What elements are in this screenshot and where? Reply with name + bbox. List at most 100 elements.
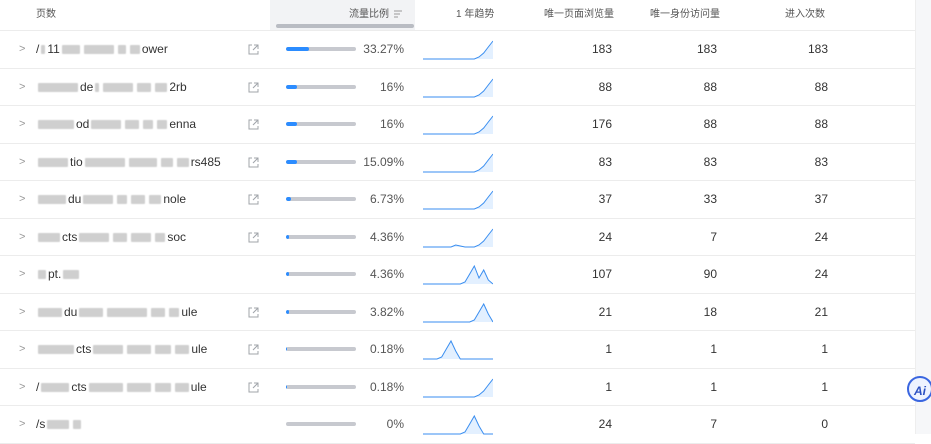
header-page[interactable]: 页数 [36,0,56,30]
unique-visitors-value: 1 [640,331,717,367]
trend-sparkline[interactable] [423,339,493,361]
external-link-icon[interactable] [248,31,259,67]
header-entries[interactable]: 进入次数 [785,0,825,30]
table-row[interactable]: >tiors48515.09%838383 [0,144,915,182]
redacted-text [63,270,79,279]
external-link-icon[interactable] [248,106,259,142]
external-link-icon[interactable] [248,331,259,367]
trend-area [423,154,493,172]
share-bar [286,310,356,314]
page-path-suffix: nole [163,192,186,206]
external-link-icon[interactable] [248,219,259,255]
expand-chevron-icon[interactable]: > [19,181,25,217]
share-percent: 4.36% [358,219,404,255]
unique-visitors-value: 83 [640,144,717,180]
expand-chevron-icon[interactable]: > [19,256,25,292]
page-path[interactable]: de2rb [36,69,251,105]
page-path-fragment: od [76,117,89,131]
table-row[interactable]: >/ctsule0.18%111 [0,369,915,407]
redacted-text [85,158,125,167]
header-unique-views[interactable]: 唯一页面浏览量 [544,0,614,30]
external-link-icon[interactable] [248,144,259,180]
trend-sparkline[interactable] [423,152,493,174]
unique-visitors-value: 33 [640,181,717,217]
table-row[interactable]: >dunole6.73%373337 [0,181,915,219]
page-path-prefix: / [36,42,39,56]
trend-sparkline[interactable] [423,302,493,324]
header-unique-visitors[interactable]: 唯一身份访问量 [650,0,720,30]
external-link-icon[interactable] [248,181,259,217]
trend-sparkline[interactable] [423,414,493,436]
unique-visitors-value: 18 [640,294,717,330]
unique-views-value: 24 [540,219,612,255]
redacted-text [137,83,151,92]
entries-value: 21 [760,294,828,330]
page-path[interactable]: ctsule [36,331,251,367]
expand-chevron-icon[interactable]: > [19,106,25,142]
table-row[interactable]: >odenna16%1768888 [0,106,915,144]
page-path[interactable]: /s [36,406,251,442]
page-path[interactable]: /11ower [36,31,251,67]
trend-sparkline[interactable] [423,39,493,61]
page-path[interactable]: dunole [36,181,251,217]
redacted-text [38,233,60,242]
table-row[interactable]: >/s0%2470 [0,406,915,444]
unique-views-value: 37 [540,181,612,217]
page-path[interactable]: /ctsule [36,369,251,405]
table-row[interactable]: >ctsule0.18%111 [0,331,915,369]
sort-desc-icon[interactable] [393,0,403,30]
expand-chevron-icon[interactable]: > [19,31,25,67]
expand-chevron-icon[interactable]: > [19,219,25,255]
trend-sparkline[interactable] [423,377,493,399]
share-bar-fill [286,235,289,239]
share-bar-fill [286,272,289,276]
header-trend[interactable]: 1 年趋势 [456,0,494,30]
unique-views-value: 88 [540,69,612,105]
page-path[interactable]: tiors485 [36,144,251,180]
trend-line [423,416,493,434]
page-path[interactable]: duule [36,294,251,330]
page-path[interactable]: odenna [36,106,251,142]
share-percent: 4.36% [358,256,404,292]
page-path[interactable]: ctssoc [36,219,251,255]
unique-visitors-value: 7 [640,219,717,255]
page-path[interactable]: pt. [36,256,251,292]
vertical-scrollbar[interactable] [915,0,931,434]
share-bar [286,160,356,164]
expand-chevron-icon[interactable]: > [19,69,25,105]
external-link-icon[interactable] [248,294,259,330]
table-row[interactable]: >pt.4.36%1079024 [0,256,915,294]
table-row[interactable]: >duule3.82%211821 [0,294,915,332]
expand-chevron-icon[interactable]: > [19,331,25,367]
expand-chevron-icon[interactable]: > [19,294,25,330]
redacted-text [155,345,171,354]
expand-chevron-icon[interactable]: > [19,369,25,405]
share-bar [286,385,356,389]
header-share[interactable]: 流量比例 [349,0,389,30]
expand-chevron-icon[interactable]: > [19,144,25,180]
share-bar-fill [286,47,309,51]
table-row[interactable]: >ctssoc4.36%24724 [0,219,915,257]
trend-sparkline[interactable] [423,264,493,286]
redacted-text [118,45,126,54]
external-link-icon[interactable] [248,369,259,405]
redacted-text [95,83,99,92]
expand-chevron-icon[interactable]: > [19,406,25,442]
page-path-fragment: tio [70,155,83,169]
trend-sparkline[interactable] [423,77,493,99]
trend-sparkline[interactable] [423,189,493,211]
entries-value: 37 [760,181,828,217]
table-row[interactable]: >de2rb16%888888 [0,69,915,107]
trend-sparkline[interactable] [423,227,493,249]
redacted-text [47,420,69,429]
trend-sparkline[interactable] [423,114,493,136]
trend-area [423,116,493,134]
table-row[interactable]: >/11ower33.27%183183183 [0,31,915,69]
entries-value: 1 [760,369,828,405]
redacted-text [155,83,167,92]
external-link-icon[interactable] [248,69,259,105]
redacted-text [91,120,121,129]
share-bar-fill [286,85,297,89]
unique-visitors-value: 7 [640,406,717,442]
ai-assistant-button[interactable]: Ai [907,376,931,402]
